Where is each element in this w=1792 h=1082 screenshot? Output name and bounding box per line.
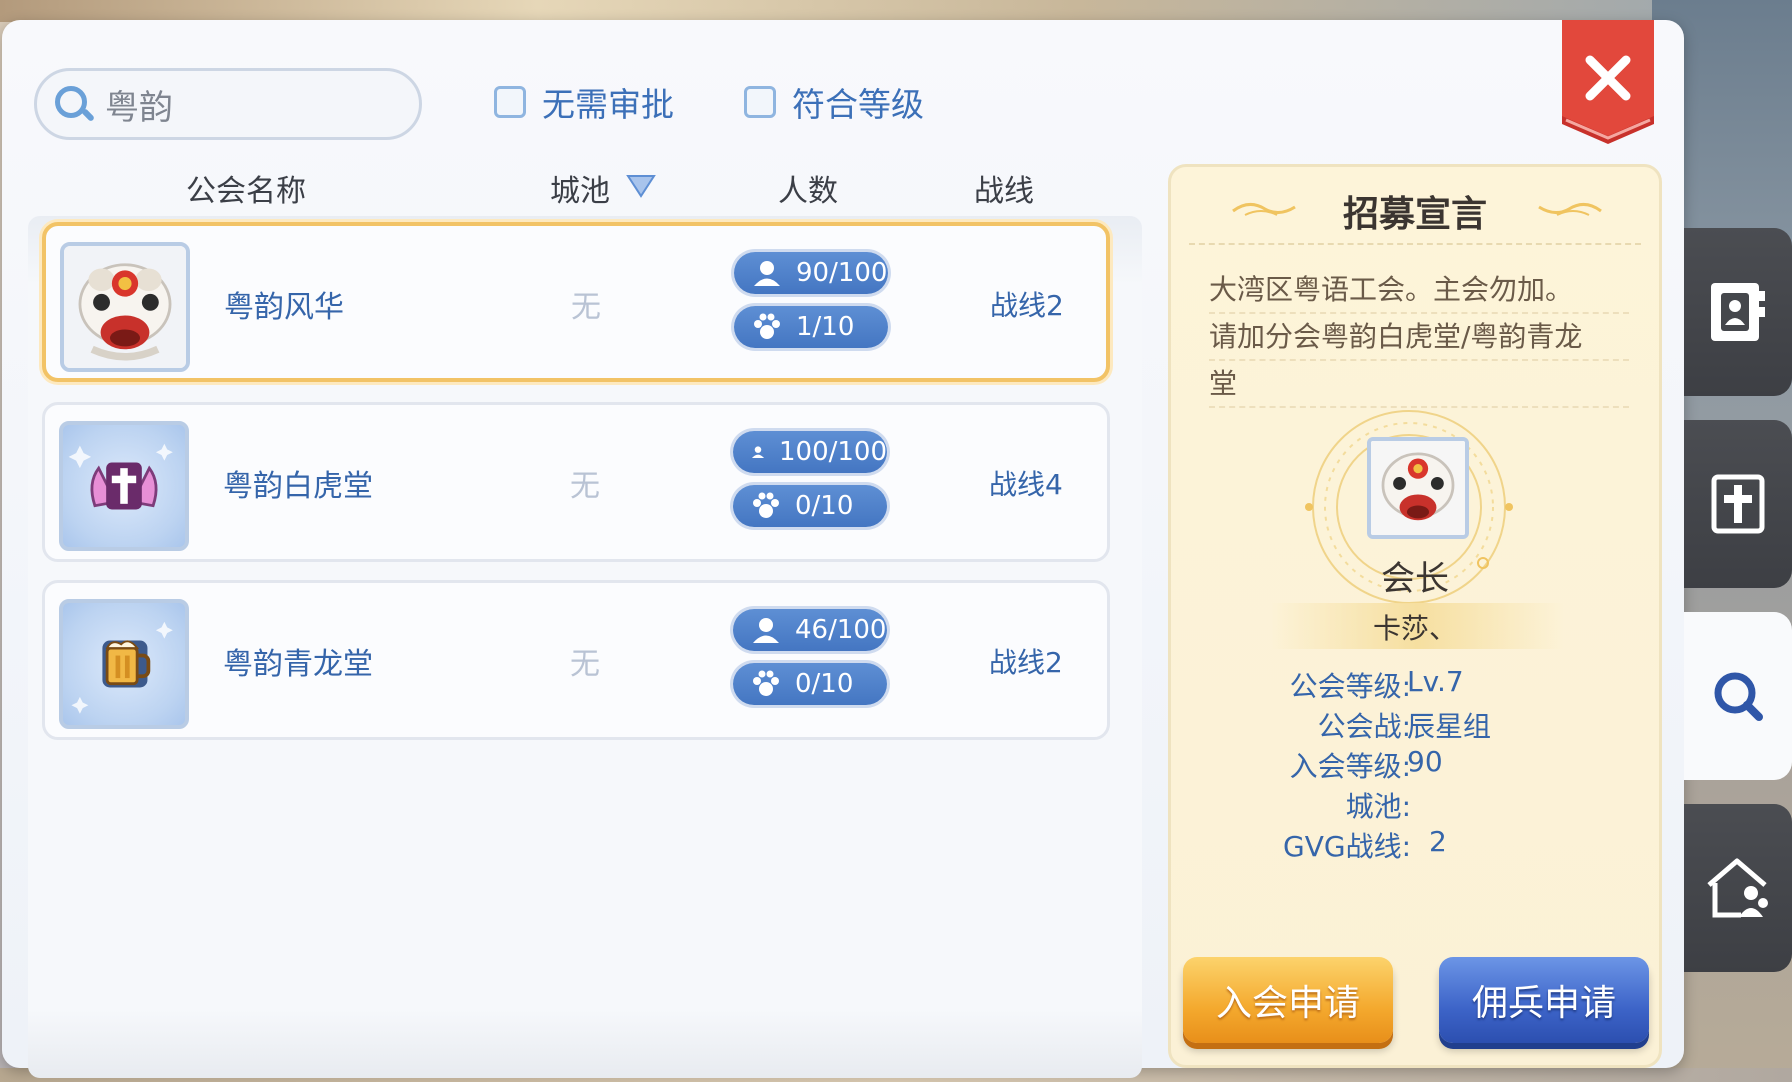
guild-row[interactable]: 粤韵风华 无 90/100 1/10 战线2 <box>42 222 1110 382</box>
mercenary-request-button[interactable]: 佣兵申请 <box>1439 957 1649 1043</box>
search-icon <box>51 82 96 126</box>
search-input[interactable]: 粤韵 <box>34 68 422 140</box>
member-count: 90/100 <box>796 258 888 288</box>
description-line: 大湾区粤语工会。主会勿加。 <box>1209 267 1629 314</box>
guild-search-panel: 粤韵 无需审批 符合等级 公会名称 城池 人数 战线 粤韵风华 无 90/100… <box>2 20 1684 1078</box>
member-count-badge: 100/100 <box>733 431 887 473</box>
guild-emblem <box>60 242 190 372</box>
tab-guild[interactable] <box>1684 420 1792 588</box>
search-input-value: 粤韵 <box>105 87 173 128</box>
sort-triangle-icon[interactable] <box>626 174 656 198</box>
info-value-join-level: 90 <box>1407 745 1443 778</box>
member-count: 46/100 <box>795 615 887 645</box>
info-value-level: Lv.7 <box>1407 665 1464 698</box>
leader-avatar <box>1367 437 1469 539</box>
recruit-title: 招募宣言 <box>1342 194 1487 235</box>
filter-no-approval-checkbox[interactable]: 无需审批 <box>494 78 674 126</box>
pet-count-badge: 1/10 <box>734 306 888 348</box>
guild-emblem <box>59 599 189 729</box>
pet-count: 0/10 <box>795 491 854 521</box>
guild-city: 无 <box>570 647 600 682</box>
guild-name: 粤韵白虎堂 <box>223 469 373 504</box>
recruit-panel: 招募宣言 大湾区粤语工会。主会勿加。 请加分会粤韵白虎堂/粤韵青龙 堂 会长 卡… <box>1168 164 1662 1068</box>
join-request-button[interactable]: 入会申请 <box>1183 957 1393 1043</box>
recruit-description: 大湾区粤语工会。主会勿加。 请加分会粤韵白虎堂/粤韵青龙 堂 <box>1209 267 1629 408</box>
guild-city: 无 <box>570 469 600 504</box>
description-line: 请加分会粤韵白虎堂/粤韵青龙 <box>1209 314 1629 361</box>
checkbox-box[interactable] <box>494 86 526 118</box>
filter-no-approval-label: 无需审批 <box>542 85 674 124</box>
guild-name: 粤韵风华 <box>224 290 344 325</box>
paw-icon <box>754 313 780 339</box>
tab-guild-home[interactable] <box>1684 804 1792 972</box>
guild-name: 粤韵青龙堂 <box>223 647 373 682</box>
filter-level-match-checkbox[interactable]: 符合等级 <box>744 78 924 126</box>
lion-dance-icon <box>1371 441 1465 535</box>
tab-search[interactable] <box>1684 612 1792 780</box>
pet-count: 0/10 <box>795 669 854 699</box>
pet-count-badge: 0/10 <box>733 663 887 705</box>
lion-dance-icon <box>64 246 186 368</box>
leader-role: 会长 <box>1381 559 1449 599</box>
column-header-members: 人数 <box>778 174 838 209</box>
column-header-line: 战线 <box>974 174 1034 209</box>
guild-row[interactable]: 粤韵青龙堂 无 46/100 0/10 战线2 <box>42 580 1110 740</box>
info-key-join-level: 入会等级: <box>1289 750 1411 783</box>
person-icon <box>751 446 765 459</box>
magnifier-icon <box>1714 672 1763 721</box>
checkbox-box[interactable] <box>744 86 776 118</box>
leader-name: 卡莎、 <box>1372 612 1457 645</box>
guild-battle-line: 战线2 <box>990 289 1064 322</box>
info-value-gvg-line: 2 <box>1429 825 1447 858</box>
pet-count: 1/10 <box>796 312 855 342</box>
member-count-badge: 90/100 <box>734 252 888 294</box>
person-icon <box>753 618 779 643</box>
member-count: 100/100 <box>778 437 887 467</box>
guild-row[interactable]: 粤韵白虎堂 无 100/100 0/10 战线4 <box>42 402 1110 562</box>
pet-count-badge: 0/10 <box>733 485 887 527</box>
house-people-icon <box>1707 858 1768 918</box>
info-value-guild-war: 辰星组 <box>1407 710 1492 743</box>
info-key-level: 公会等级: <box>1289 670 1411 703</box>
info-key-city: 城池: <box>1345 790 1411 823</box>
column-header-city[interactable]: 城池 <box>550 166 610 210</box>
close-button[interactable] <box>1556 20 1660 152</box>
member-count-badge: 46/100 <box>733 609 887 651</box>
contact-book-icon <box>1711 283 1765 341</box>
paw-icon <box>753 670 779 696</box>
guild-city: 无 <box>571 290 601 325</box>
filter-level-match-label: 符合等级 <box>792 85 924 124</box>
column-header-name: 公会名称 <box>186 174 306 209</box>
person-icon <box>754 261 780 286</box>
beer-mug-icon <box>71 621 173 714</box>
guild-cross-icon <box>1711 474 1765 534</box>
tab-contacts[interactable] <box>1684 228 1792 396</box>
guild-emblem <box>59 421 189 551</box>
winged-cross-icon <box>68 443 173 510</box>
guild-battle-line: 战线2 <box>989 646 1063 679</box>
info-key-guild-war: 公会战: <box>1317 710 1411 743</box>
guild-battle-line: 战线4 <box>989 468 1063 501</box>
paw-icon <box>753 492 779 518</box>
info-key-gvg-line: GVG战线: <box>1283 830 1411 863</box>
